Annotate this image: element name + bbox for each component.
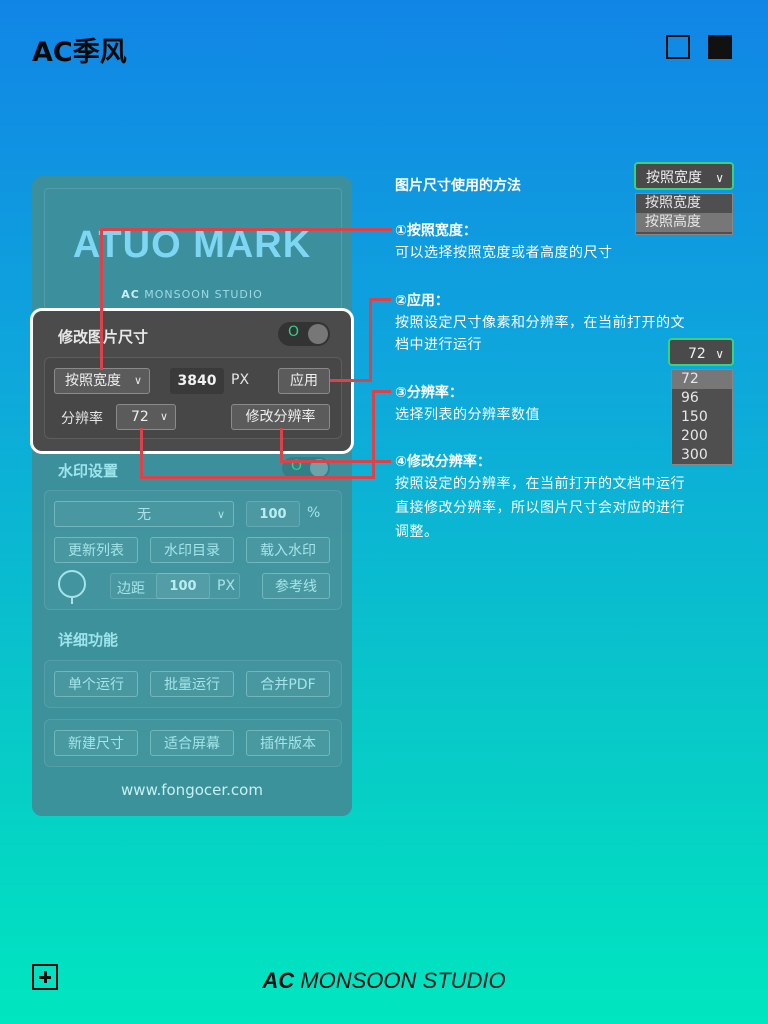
margin-unit: PX bbox=[217, 578, 236, 594]
mode-option[interactable]: 按照宽度 bbox=[636, 194, 732, 213]
watermark-section-title: 水印设置 bbox=[58, 462, 119, 480]
connector-resolution-h bbox=[140, 476, 375, 479]
watermark-type-value: 无 bbox=[137, 507, 151, 523]
guide-item-desc: 按照设定的分辨率，在当前打开的文档中运行 bbox=[395, 476, 685, 492]
connector-width bbox=[100, 228, 103, 370]
website-link[interactable]: www.fongocer.com bbox=[32, 781, 352, 799]
chevron-down-icon: ∨ bbox=[133, 374, 142, 387]
watermark-position-icon[interactable] bbox=[58, 570, 86, 604]
single-run-button[interactable]: 单个运行 bbox=[54, 671, 138, 697]
connector-modify-h bbox=[280, 460, 391, 463]
mode-demo-dropdown: 按照宽度 按照高度 bbox=[635, 193, 733, 235]
mode-option[interactable]: 按照高度 bbox=[636, 213, 732, 232]
guide-item-title: ②应用： bbox=[395, 293, 449, 309]
logo-sub-studio: MONSOON STUDIO bbox=[144, 288, 263, 301]
connector-modify bbox=[280, 428, 283, 462]
footer-brand: AC MONSOON STUDIO bbox=[0, 968, 768, 994]
resolution-option[interactable]: 200 bbox=[672, 427, 732, 446]
watermark-folder-button[interactable]: 水印目录 bbox=[150, 537, 234, 563]
details-section-title: 详细功能 bbox=[58, 631, 119, 649]
resize-section-title: 修改图片尺寸 bbox=[58, 328, 149, 346]
batch-run-button[interactable]: 批量运行 bbox=[150, 671, 234, 697]
resolution-option[interactable]: 150 bbox=[672, 408, 732, 427]
connector-apply-h bbox=[369, 298, 391, 301]
guide-item-title: ③分辨率： bbox=[395, 385, 463, 401]
load-watermark-button[interactable]: 载入水印 bbox=[246, 537, 330, 563]
new-size-button[interactable]: 新建尺寸 bbox=[54, 730, 138, 756]
margin-label: 边距 bbox=[117, 581, 145, 597]
connector-resolution bbox=[140, 428, 143, 478]
fit-screen-button[interactable]: 适合屏幕 bbox=[150, 730, 234, 756]
connector-apply-v bbox=[369, 298, 372, 382]
modify-resolution-button[interactable]: 修改分辨率 bbox=[231, 404, 330, 430]
connector-width-h bbox=[100, 228, 392, 231]
resize-mode-select[interactable]: 按照宽度 ∨ bbox=[54, 368, 150, 394]
margin-input[interactable]: 100 bbox=[156, 573, 210, 599]
guide-item-desc: 调整。 bbox=[395, 524, 439, 540]
resolution-value: 72 bbox=[131, 409, 149, 425]
opacity-unit: % bbox=[307, 505, 321, 521]
refresh-list-button[interactable]: 更新列表 bbox=[54, 537, 138, 563]
resolution-demo-select[interactable]: 72 ∨ bbox=[668, 338, 734, 366]
guide-item-desc: 选择列表的分辨率数值 bbox=[395, 407, 540, 423]
size-unit: PX bbox=[231, 372, 250, 388]
size-input[interactable]: 3840 bbox=[170, 368, 224, 394]
chevron-down-icon: ∨ bbox=[715, 171, 724, 185]
toggle-knob bbox=[308, 324, 328, 344]
chevron-down-icon: ∨ bbox=[216, 508, 225, 521]
connector-resolution-v bbox=[372, 390, 375, 478]
footer-monsoon: MONSOON bbox=[300, 968, 417, 993]
footer-ac: AC bbox=[262, 968, 295, 993]
merge-pdf-button[interactable]: 合并PDF bbox=[246, 671, 330, 697]
resolution-demo-dropdown: 72 96 150 200 300 bbox=[671, 369, 733, 465]
resolution-option[interactable]: 96 bbox=[672, 389, 732, 408]
toggle-on-mark: O bbox=[288, 324, 300, 340]
opacity-input[interactable]: 100 bbox=[246, 501, 300, 527]
apply-button[interactable]: 应用 bbox=[278, 368, 330, 394]
guide-lines-button[interactable]: 参考线 bbox=[262, 573, 330, 599]
guide-item-title: ①按照宽度： bbox=[395, 223, 477, 239]
watermark-type-select[interactable]: 无 ∨ bbox=[54, 501, 234, 527]
resolution-select[interactable]: 72 ∨ bbox=[116, 404, 176, 430]
guide-heading: 图片尺寸使用的方法 bbox=[395, 178, 521, 194]
mode-demo-select[interactable]: 按照宽度 ∨ bbox=[634, 162, 734, 190]
resize-toggle[interactable]: O bbox=[278, 322, 330, 346]
maximize-window-icon[interactable] bbox=[708, 35, 732, 59]
guide-item-title: ④修改分辨率： bbox=[395, 454, 491, 470]
restore-window-icon[interactable] bbox=[666, 35, 690, 59]
resolution-option[interactable]: 300 bbox=[672, 446, 732, 465]
plugin-logo-subtitle: AC MONSOON STUDIO bbox=[44, 288, 340, 301]
guide-item-desc: 直接修改分辨率，所以图片尺寸会对应的进行 bbox=[395, 500, 685, 516]
connector-apply bbox=[330, 379, 372, 382]
guide-item-desc: 按照设定尺寸像素和分辨率，在当前打开的文 bbox=[395, 315, 685, 331]
logo-sub-ac: AC bbox=[121, 288, 140, 301]
connector-resolution-h2 bbox=[372, 390, 391, 393]
guide-item-desc: 可以选择按照宽度或者高度的尺寸 bbox=[395, 245, 613, 261]
chevron-down-icon: ∨ bbox=[715, 347, 724, 361]
guide-item-desc: 档中进行运行 bbox=[395, 337, 482, 353]
resolution-demo-value: 72 bbox=[688, 346, 706, 362]
footer-studio: STUDIO bbox=[422, 968, 506, 993]
plugin-version-button[interactable]: 插件版本 bbox=[246, 730, 330, 756]
chevron-down-icon: ∨ bbox=[159, 410, 168, 423]
resize-mode-value: 按照宽度 bbox=[65, 373, 121, 389]
resolution-option[interactable]: 72 bbox=[672, 370, 732, 389]
mode-demo-value: 按照宽度 bbox=[646, 170, 702, 186]
resolution-label: 分辨率 bbox=[61, 411, 103, 427]
brand-title: AC季风 bbox=[32, 37, 127, 68]
